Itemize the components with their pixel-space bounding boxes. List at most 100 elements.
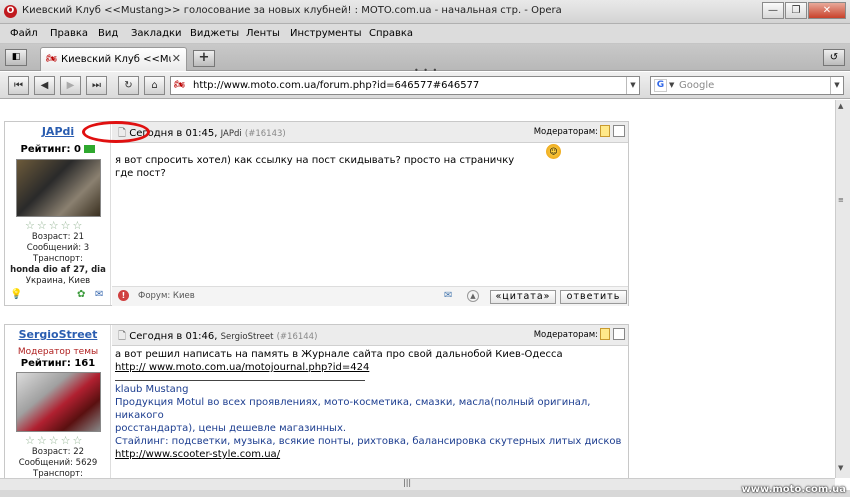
highlight-circle bbox=[82, 121, 150, 143]
scroll-grip-icon[interactable]: ≡ bbox=[838, 196, 848, 206]
address-url[interactable]: http://www.moto.com.ua/forum.php?id=6465… bbox=[193, 80, 479, 91]
signature-divider bbox=[115, 380, 365, 381]
forward-icon[interactable]: ▶ bbox=[60, 76, 81, 95]
moderation-checkbox[interactable] bbox=[613, 125, 625, 137]
panel-toggle-icon[interactable]: ◧ bbox=[5, 49, 27, 66]
rating-stars: ☆☆☆☆☆ bbox=[25, 219, 85, 232]
signature: klaub Mustang Продукция Motul во всех пр… bbox=[115, 383, 625, 461]
search-engine-dropdown-icon[interactable]: ▼ bbox=[669, 77, 674, 94]
post-text-body: а вот решил написать на память в Журнале… bbox=[115, 349, 563, 360]
avatar[interactable] bbox=[16, 159, 101, 217]
signature-line: Продукция Motul во всех проявлениях, мот… bbox=[115, 397, 591, 421]
quote-button[interactable]: «цитата» bbox=[490, 290, 556, 304]
menu-bar: Файл Правка Вид Закладки Виджеты Ленты И… bbox=[0, 24, 850, 44]
rating-up-icon[interactable] bbox=[84, 145, 96, 153]
home-icon[interactable]: ⌂ bbox=[144, 76, 165, 95]
search-field[interactable]: G ▼ Google ▼ bbox=[650, 76, 844, 95]
edit-icon[interactable] bbox=[600, 328, 610, 340]
post-header: 🗋 Сегодня в 01:46, SergioStreet (#16144)… bbox=[112, 325, 628, 346]
author-messages: Сообщений: 5629 bbox=[18, 458, 98, 468]
menu-bookmarks[interactable]: Закладки bbox=[131, 28, 182, 39]
tab-title: Киевский Клуб <<Mu... bbox=[61, 54, 171, 65]
journal-link[interactable]: http:// www.moto.com.ua/motojournal.php?… bbox=[115, 362, 369, 373]
scroll-up-icon[interactable]: ▲ bbox=[467, 290, 479, 302]
scroll-grip-icon[interactable]: ||| bbox=[403, 478, 411, 487]
smiley-icon: ☺ bbox=[546, 144, 561, 159]
rating: Рейтинг: 161 bbox=[20, 358, 96, 369]
menu-tools[interactable]: Инструменты bbox=[290, 28, 362, 39]
warning-icon[interactable]: ! bbox=[118, 290, 129, 301]
forum-post: SergioStreet Модератор темы Рейтинг: 161… bbox=[4, 324, 629, 478]
mail-post-icon[interactable]: ✉ bbox=[444, 290, 452, 301]
moto-favicon-icon: 🏍 bbox=[46, 54, 58, 64]
window-controls: — ❐ ✕ bbox=[761, 2, 846, 19]
post-footer: ! Форум: Киев ✉ ▲ «цитата» ответить bbox=[112, 286, 628, 306]
scroll-down-arrow-icon[interactable]: ▼ bbox=[838, 464, 843, 472]
author-age: Возраст: 21 bbox=[31, 232, 85, 242]
post-date: Сегодня в 01:46, bbox=[129, 331, 218, 342]
google-icon[interactable]: G bbox=[654, 79, 667, 92]
new-tab-button[interactable]: + bbox=[193, 50, 215, 67]
reply-button[interactable]: ответить bbox=[560, 290, 627, 304]
moderation-checkbox[interactable] bbox=[613, 328, 625, 340]
rating-label: Рейтинг: 0 bbox=[20, 144, 82, 155]
menu-help[interactable]: Справка bbox=[369, 28, 413, 39]
minimize-icon[interactable]: — bbox=[762, 2, 784, 19]
signature-line: росстандарта), цены дешевле магазинных. bbox=[115, 423, 347, 434]
search-dropdown-icon[interactable]: ▼ bbox=[830, 77, 843, 94]
scroll-up-arrow-icon[interactable]: ▲ bbox=[838, 102, 843, 110]
close-window-icon[interactable]: ✕ bbox=[808, 2, 846, 19]
tab-active[interactable]: 🏍 Киевский Клуб <<Mu... ✕ bbox=[40, 47, 187, 71]
back-icon[interactable]: ◀ bbox=[34, 76, 55, 95]
menu-widgets[interactable]: Виджеты bbox=[190, 28, 239, 39]
opera-logo-icon[interactable]: O bbox=[4, 5, 17, 18]
author-link[interactable]: SergioStreet bbox=[5, 328, 111, 341]
post-header: 🗋 Сегодня в 01:45, JAPdi (#16143) Модера… bbox=[112, 122, 628, 143]
post-author-panel: JAPdi Рейтинг: 0 ☆☆☆☆☆ Возраст: 21 Сообщ… bbox=[5, 122, 111, 305]
document-icon: 🗋 bbox=[118, 331, 127, 342]
envelope-icon[interactable]: ✉ bbox=[95, 289, 103, 300]
moderators-label: Модераторам: bbox=[533, 127, 598, 137]
post-number[interactable]: (#16143) bbox=[245, 129, 286, 139]
window-title: Киевский Клуб <<Mustang>> голосование за… bbox=[22, 5, 562, 16]
author-transport-label: Транспорт: bbox=[33, 469, 83, 478]
lightbulb-icon[interactable]: 💡 bbox=[10, 289, 22, 300]
title-bar: O Киевский Клуб <<Mustang>> голосование … bbox=[0, 0, 850, 24]
settings-icon[interactable]: ✿ bbox=[77, 289, 85, 300]
navigation-toolbar: ⏮ ◀ ▶ ⏭ ↻ ⌂ 🏍 http://www.moto.com.ua/for… bbox=[0, 72, 850, 99]
menu-edit[interactable]: Правка bbox=[50, 28, 88, 39]
menu-feeds[interactable]: Ленты bbox=[246, 28, 280, 39]
signature-link[interactable]: http://www.scooter-style.com.ua/ bbox=[115, 449, 280, 460]
rating-stars: ☆☆☆☆☆ bbox=[25, 434, 85, 447]
avatar[interactable] bbox=[16, 372, 101, 432]
menu-file[interactable]: Файл bbox=[10, 28, 38, 39]
search-placeholder: Google bbox=[679, 80, 715, 91]
rewind-icon[interactable]: ⏮ bbox=[8, 76, 29, 95]
moto-favicon-icon: 🏍 bbox=[174, 80, 186, 90]
trash-icon[interactable]: ↺ bbox=[823, 49, 845, 66]
menu-view[interactable]: Вид bbox=[98, 28, 118, 39]
forum-label[interactable]: Форум: Киев bbox=[138, 291, 195, 301]
moderators-label: Модераторам: bbox=[533, 330, 598, 340]
reload-icon[interactable]: ↻ bbox=[118, 76, 139, 95]
post-number[interactable]: (#16144) bbox=[277, 332, 318, 342]
tab-close-icon[interactable]: ✕ bbox=[172, 52, 181, 65]
horizontal-scrollbar[interactable]: ||| bbox=[0, 478, 835, 490]
post-text: я вот спросить хотел) как ссылку на пост… bbox=[115, 155, 515, 179]
vertical-scrollbar[interactable]: ▲ ≡ ▼ bbox=[835, 100, 850, 478]
author-transport-label: Транспорт: bbox=[33, 254, 83, 264]
post-text: а вот решил написать на память в Журнале… bbox=[115, 348, 595, 374]
restore-icon[interactable]: ❐ bbox=[785, 2, 807, 19]
author-role: Модератор темы bbox=[17, 347, 99, 357]
post-date-author: SergioStreet bbox=[220, 332, 274, 342]
address-bar[interactable]: 🏍 http://www.moto.com.ua/forum.php?id=64… bbox=[170, 76, 640, 95]
rating: Рейтинг: 0 bbox=[5, 144, 111, 155]
status-bar bbox=[0, 490, 850, 497]
page-content: JAPdi Рейтинг: 0 ☆☆☆☆☆ Возраст: 21 Сообщ… bbox=[0, 100, 835, 478]
address-dropdown-icon[interactable]: ▼ bbox=[626, 77, 639, 94]
author-messages: Сообщений: 3 bbox=[26, 243, 90, 253]
post-date-line: 🗋 Сегодня в 01:46, SergioStreet (#16144) bbox=[118, 329, 317, 346]
post-author-panel: SergioStreet Модератор темы Рейтинг: 161… bbox=[5, 325, 111, 478]
fast-forward-icon[interactable]: ⏭ bbox=[86, 76, 107, 95]
edit-icon[interactable] bbox=[600, 125, 610, 137]
